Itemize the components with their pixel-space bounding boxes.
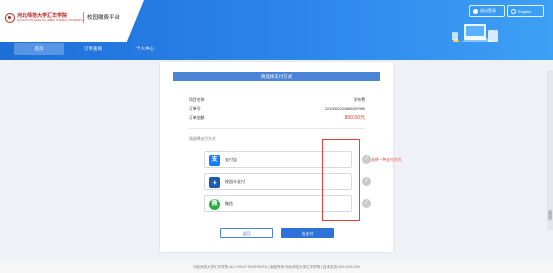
amount-key: 订单金额: <box>189 116 206 120</box>
scrollbar-track[interactable] <box>547 70 553 230</box>
project-row: 项目名称: 学杂费 <box>189 97 365 104</box>
project-value: 学杂费 <box>353 98 365 102</box>
footer: 河北师范大学汇华学院 ALL RIGHT RESERVED | 版权所有:河北师… <box>0 262 553 273</box>
nav-home[interactable]: 首页 <box>14 43 64 55</box>
annotation-text: 选择一种支付方式 <box>371 158 402 162</box>
scrollbar-thumb[interactable] <box>548 210 552 220</box>
pay-button[interactable]: 去支付 <box>281 228 334 238</box>
logout-label: 退出登录 <box>480 8 496 13</box>
logo-divider <box>83 12 84 23</box>
nav-personal[interactable]: 个人中心 <box>120 43 170 55</box>
logo-area: 河北师范大学汇华学院 HUIHUA COLLEGE OF HEBEI NORMA… <box>0 0 144 42</box>
language-label: English <box>518 8 532 14</box>
payment-method-label: 微信 <box>225 201 233 206</box>
payment-method-label: 校园卡支付 <box>225 179 245 184</box>
order-row: 订单号: 2210052204885087989 <box>189 106 365 113</box>
wechat-icon: 微 <box>209 199 220 210</box>
university-subtitle: HUIHUA COLLEGE OF HEBEI NORMAL UNIVERSIT… <box>17 19 85 22</box>
check-icon[interactable]: ✓ <box>362 177 371 186</box>
alipay-icon: 支 <box>209 155 220 166</box>
platform-title: 校园缴费平台 <box>87 15 121 21</box>
annotation-box <box>322 139 360 221</box>
globe-icon <box>511 8 516 14</box>
payment-method-label: 支付宝 <box>225 157 237 162</box>
university-name: 河北师范大学汇华学院 <box>17 13 68 19</box>
divider <box>189 128 365 129</box>
check-icon[interactable]: ✓ <box>362 155 371 164</box>
nav-orders[interactable]: 订单查询 <box>68 43 118 55</box>
order-key: 订单号: <box>189 107 202 111</box>
university-seal-icon <box>5 13 15 23</box>
order-value: 2210052204885087989 <box>324 107 365 111</box>
top-header: 河北师范大学汇华学院 HUIHUA COLLEGE OF HEBEI NORMA… <box>0 0 553 42</box>
amount-row: 订单金额: 800.00元 <box>189 115 365 122</box>
amount-value: 800.00元 <box>344 115 365 121</box>
payment-methods-title: 请选择支付方式 <box>189 137 216 141</box>
language-button[interactable]: English <box>507 5 544 17</box>
check-icon[interactable]: ✓ <box>362 199 371 208</box>
card-title: 请选择支付方式 <box>173 72 380 81</box>
header-illustration <box>452 24 498 42</box>
user-icon <box>473 8 478 14</box>
project-key: 项目名称: <box>189 98 206 102</box>
back-button[interactable]: 返回 <box>220 228 273 238</box>
logout-button[interactable]: 退出登录 <box>469 5 505 17</box>
campus-card-icon: 卡 <box>209 177 220 188</box>
